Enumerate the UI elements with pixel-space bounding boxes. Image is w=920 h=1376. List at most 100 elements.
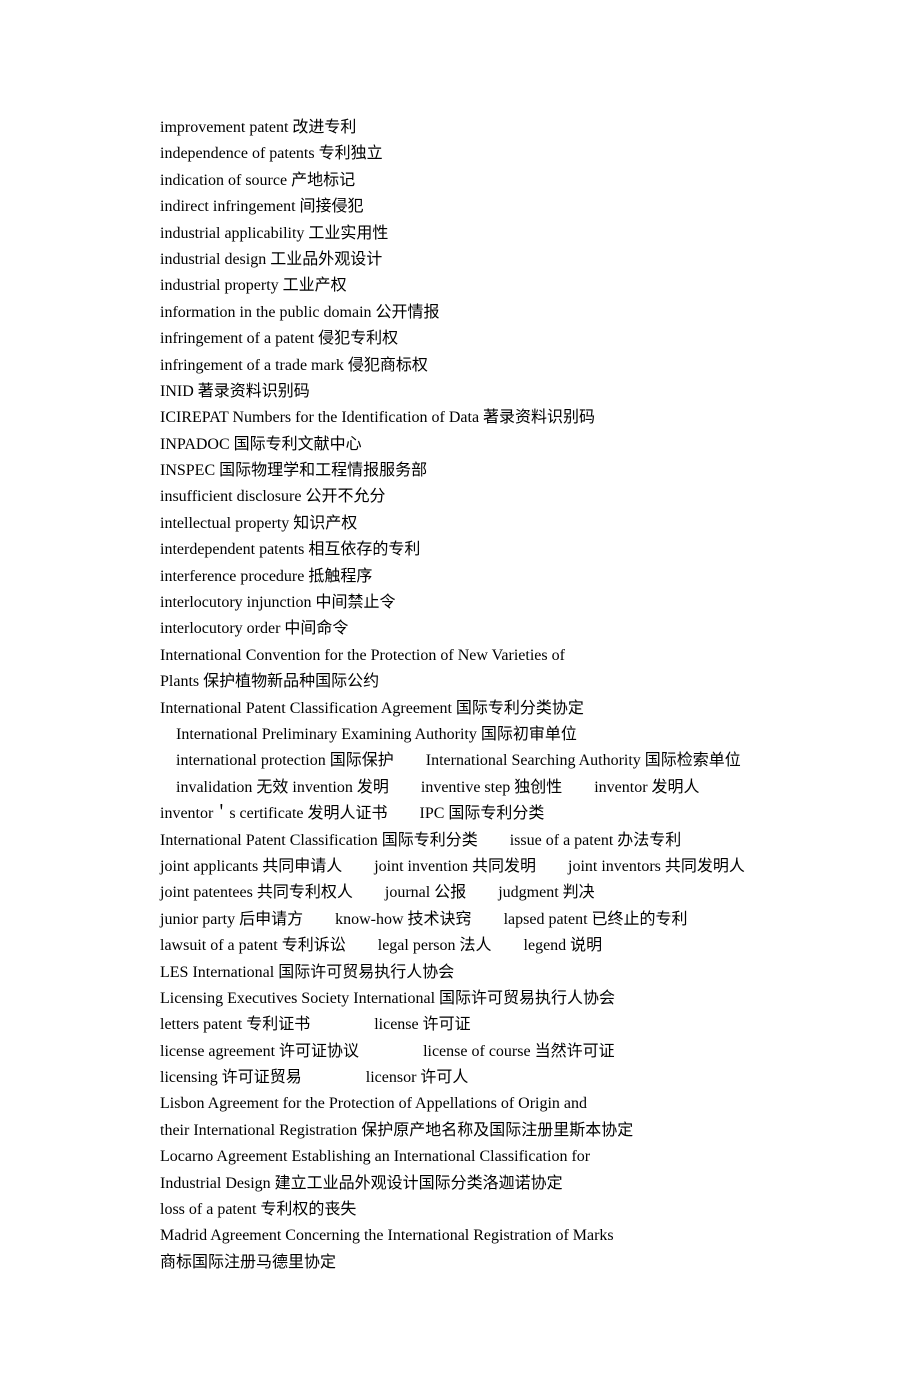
glossary-line: junior party 后申请方 know-how 技术诀窍 lapsed pat… (160, 907, 760, 933)
glossary-text: invalidation 无效 invention 发明 (176, 779, 389, 796)
glossary-text: joint patentees 共同专利权人 (160, 884, 353, 901)
glossary-text: Locarno Agreement Establishing an Intern… (160, 1148, 590, 1165)
glossary-line: Locarno Agreement Establishing an Intern… (160, 1144, 760, 1170)
glossary-text: intellectual property 知识产权 (160, 515, 357, 532)
glossary-text: indication of source 产地标记 (160, 172, 355, 189)
document-page: improvement patent 改进专利 independence of p… (0, 0, 920, 1376)
glossary-text: joint invention 共同发明 (374, 858, 536, 875)
glossary-text: interlocutory injunction 中间禁止令 (160, 594, 396, 611)
glossary-line: 商标国际注册马德里协定 (160, 1250, 760, 1276)
glossary-text: license of course 当然许可证 (423, 1043, 615, 1060)
glossary-line: industrial design 工业品外观设计 (160, 247, 760, 273)
glossary-text: interdependent patents 相互依存的专利 (160, 541, 420, 558)
glossary-line: joint applicants 共同申请人 joint invention 共同… (160, 854, 760, 880)
glossary-text: license 许可证 (374, 1016, 470, 1033)
glossary-line: interlocutory injunction 中间禁止令 (160, 590, 760, 616)
glossary-line: ICIREPAT Numbers for the Identification … (160, 405, 760, 431)
glossary-text: license agreement 许可证协议 (160, 1043, 359, 1060)
glossary-text: Licensing Executives Society Internation… (160, 990, 615, 1007)
glossary-line: INID 著录资料识别码 (160, 379, 760, 405)
glossary-line: international protection 国际保护 Internation… (160, 748, 760, 774)
glossary-text: Madrid Agreement Concerning the Internat… (160, 1227, 614, 1244)
glossary-text: improvement patent 改进专利 (160, 119, 356, 136)
glossary-line: interlocutory order 中间命令 (160, 616, 760, 642)
glossary-text: know-how 技术诀窍 (335, 911, 471, 928)
glossary-line: license agreement 许可证协议 license of course… (160, 1039, 760, 1065)
glossary-text: ICIREPAT Numbers for the Identification … (160, 409, 595, 426)
glossary-text: letters patent 专利证书 (160, 1016, 310, 1033)
glossary-line: improvement patent 改进专利 (160, 115, 760, 141)
glossary-text: judgment 判决 (498, 884, 594, 901)
glossary-text: 商标国际注册马德里协定 (160, 1254, 336, 1271)
glossary-line: joint patentees 共同专利权人 journal 公报 judgment… (160, 880, 760, 906)
glossary-line: inventor＇s certificate 发明人证书 IPC 国际专利分类 (160, 801, 760, 827)
glossary-line: letters patent 专利证书 license 许可证 (160, 1012, 760, 1038)
glossary-text: INSPEC 国际物理学和工程情报服务部 (160, 462, 427, 479)
glossary-line: INPADOC 国际专利文献中心 (160, 432, 760, 458)
glossary-line: infringement of a patent 侵犯专利权 (160, 326, 760, 352)
glossary-line: International Patent Classification 国际专利… (160, 828, 760, 854)
glossary-text: indirect infringement 间接侵犯 (160, 198, 364, 215)
glossary-line: intellectual property 知识产权 (160, 511, 760, 537)
glossary-line: International Convention for the Protect… (160, 643, 760, 669)
glossary-text: lapsed patent 已终止的专利 (504, 911, 688, 928)
glossary-text: international protection 国际保护 (176, 752, 394, 769)
glossary-line: industrial property 工业产权 (160, 273, 760, 299)
glossary-line: infringement of a trade mark 侵犯商标权 (160, 353, 760, 379)
glossary-line: licensing 许可证贸易 licensor 许可人 (160, 1065, 760, 1091)
glossary-text: Lisbon Agreement for the Protection of A… (160, 1095, 587, 1112)
glossary-text: independence of patents 专利独立 (160, 145, 383, 162)
glossary-text: infringement of a patent 侵犯专利权 (160, 330, 398, 347)
glossary-text: industrial applicability 工业实用性 (160, 225, 388, 242)
glossary-line: LES International 国际许可贸易执行人协会 (160, 960, 760, 986)
glossary-text: legal person 法人 (378, 937, 492, 954)
glossary-line: loss of a patent 专利权的丧失 (160, 1197, 760, 1223)
glossary-text: International Searching Authority 国际检索单位 (426, 752, 741, 769)
glossary-line: Madrid Agreement Concerning the Internat… (160, 1223, 760, 1249)
glossary-text: industrial property 工业产权 (160, 277, 347, 294)
glossary-text: issue of a patent 办法专利 (510, 832, 682, 849)
glossary-text: their International Registration 保护原产地名称… (160, 1122, 633, 1139)
glossary-text: joint applicants 共同申请人 (160, 858, 342, 875)
glossary-line: International Preliminary Examining Auth… (160, 722, 760, 748)
glossary-text: licensing 许可证贸易 (160, 1069, 302, 1086)
glossary-line: Industrial Design 建立工业品外观设计国际分类洛迦诺协定 (160, 1171, 760, 1197)
glossary-text: interference procedure 抵触程序 (160, 568, 372, 585)
glossary-line: International Patent Classification Agre… (160, 696, 760, 722)
glossary-text: International Convention for the Protect… (160, 647, 565, 664)
glossary-line: interference procedure 抵触程序 (160, 564, 760, 590)
glossary-text: LES International 国际许可贸易执行人协会 (160, 964, 454, 981)
glossary-text: IPC 国际专利分类 (420, 805, 545, 822)
glossary-text: inventor 发明人 (594, 779, 699, 796)
glossary-text: Industrial Design 建立工业品外观设计国际分类洛迦诺协定 (160, 1175, 563, 1192)
glossary-text: INID 著录资料识别码 (160, 383, 310, 400)
glossary-text: loss of a patent 专利权的丧失 (160, 1201, 356, 1218)
glossary-text: Plants 保护植物新品种国际公约 (160, 673, 379, 690)
glossary-text: junior party 后申请方 (160, 911, 303, 928)
glossary-text: inventive step 独创性 (421, 779, 562, 796)
glossary-text: journal 公报 (385, 884, 466, 901)
glossary-text: joint inventors 共同发明人 (568, 858, 745, 875)
glossary-line: lawsuit of a patent 专利诉讼legal person 法人l… (160, 933, 760, 959)
glossary-line: Lisbon Agreement for the Protection of A… (160, 1091, 760, 1117)
glossary-text: industrial design 工业品外观设计 (160, 251, 382, 268)
glossary-text: licensor 许可人 (366, 1069, 469, 1086)
glossary-text: insufficient disclosure 公开不允分 (160, 488, 385, 505)
glossary-line: independence of patents 专利独立 (160, 141, 760, 167)
glossary-line: interdependent patents 相互依存的专利 (160, 537, 760, 563)
glossary-text: legend 说明 (524, 937, 603, 954)
glossary-text: information in the public domain 公开情报 (160, 304, 440, 321)
glossary-line: INSPEC 国际物理学和工程情报服务部 (160, 458, 760, 484)
glossary-line: indication of source 产地标记 (160, 168, 760, 194)
glossary-line: industrial applicability 工业实用性 (160, 221, 760, 247)
glossary-text: infringement of a trade mark 侵犯商标权 (160, 357, 428, 374)
glossary-line: indirect infringement 间接侵犯 (160, 194, 760, 220)
glossary-line: invalidation 无效 invention 发明 inventive st… (160, 775, 760, 801)
glossary-line: information in the public domain 公开情报 (160, 300, 760, 326)
glossary-line: their International Registration 保护原产地名称… (160, 1118, 760, 1144)
glossary-text: International Patent Classification Agre… (160, 700, 584, 717)
glossary-text: International Patent Classification 国际专利… (160, 832, 478, 849)
glossary-text: inventor＇s certificate 发明人证书 (160, 805, 388, 822)
glossary-line: Plants 保护植物新品种国际公约 (160, 669, 760, 695)
glossary-line: insufficient disclosure 公开不允分 (160, 484, 760, 510)
